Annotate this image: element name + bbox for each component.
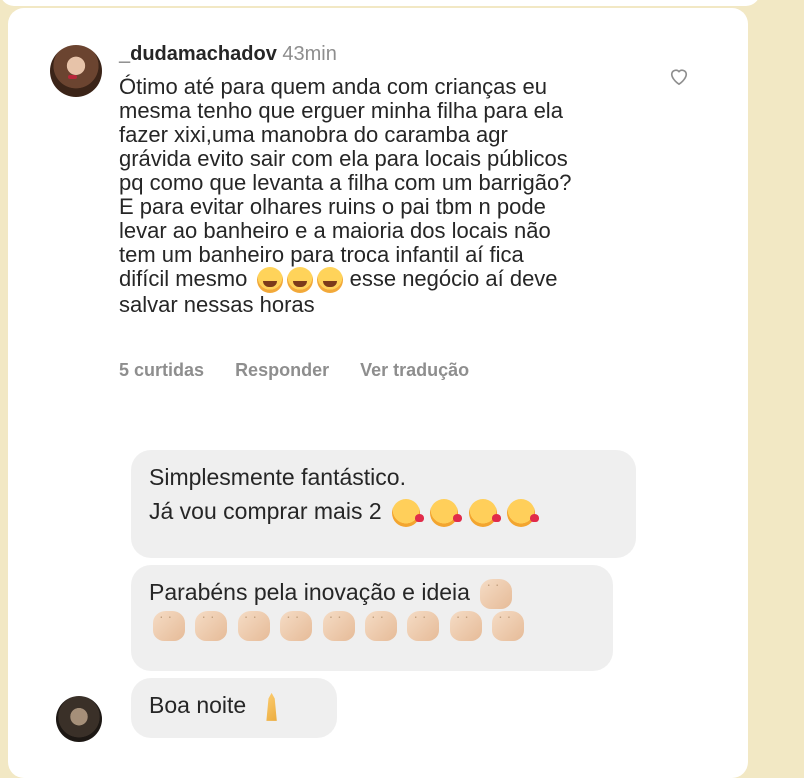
comment-line: Ótimo até para quem anda com crianças eu	[119, 74, 548, 99]
message-bubble: Parabéns pela inovação e ideia	[131, 565, 613, 671]
face-blowing-kiss-icon	[392, 498, 425, 527]
comment-line: pq como que levanta a filha com um barri…	[119, 170, 572, 195]
message-text: Já vou comprar mais 2	[149, 498, 382, 524]
clapping-hands-icon	[195, 599, 228, 641]
comment-time: 43min	[282, 43, 337, 65]
comment-line: tem um banheiro para troca infantil aí f…	[119, 242, 524, 267]
clapping-hands-icon	[153, 599, 185, 641]
comment-line: esse negócio aí deve	[349, 266, 558, 291]
reply-avatar[interactable]	[56, 696, 102, 742]
comment-line: grávida evito sair com ela para locais p…	[119, 146, 568, 171]
tears-of-joy-icon	[257, 267, 284, 294]
message-text: Boa noite	[149, 692, 247, 718]
clap-row	[149, 599, 595, 641]
comment-line: difícil mesmo	[119, 266, 248, 291]
clapping-hands-icon	[237, 599, 270, 641]
comment-header: _dudamachadov 43min	[119, 43, 337, 66]
message-line: Já vou comprar mais 2	[149, 494, 618, 528]
folded-hands-icon	[266, 692, 277, 721]
comment-line: E para evitar olhares ruins o pai tbm n …	[119, 194, 546, 219]
comment-text: Ótimo até para quem anda com crianças eu…	[119, 75, 639, 317]
tears-of-joy-icon	[317, 267, 344, 294]
previous-card-edge	[0, 0, 760, 6]
clapping-hands-icon	[364, 599, 397, 641]
message-bubble: Simplesmente fantástico. Já vou comprar …	[131, 450, 636, 558]
username[interactable]: _dudamachadov	[119, 43, 277, 65]
comment-line: fazer xixi,uma manobra do caramba agr	[119, 122, 508, 147]
tears-of-joy-icon	[287, 267, 314, 294]
clapping-hands-icon	[492, 599, 525, 641]
comment-line: levar ao banheiro e a maioria dos locais…	[119, 218, 551, 243]
comment-line: salvar nessas horas	[119, 292, 315, 318]
message-text: Simplesmente fantástico.	[149, 464, 406, 490]
comment-actions: 5 curtidas Responder Ver tradução	[119, 360, 495, 381]
clapping-hands-icon	[280, 599, 313, 641]
translate-button[interactable]: Ver tradução	[360, 360, 469, 380]
heart-icon[interactable]	[668, 66, 690, 86]
likes-count[interactable]: 5 curtidas	[119, 360, 204, 380]
clapping-hands-icon	[449, 599, 482, 641]
face-blowing-kiss-icon	[507, 498, 540, 527]
avatar[interactable]	[50, 45, 102, 97]
face-blowing-kiss-icon	[430, 498, 463, 527]
clapping-hands-icon	[407, 599, 440, 641]
reply-button[interactable]: Responder	[235, 360, 329, 380]
face-blowing-kiss-icon	[468, 498, 501, 527]
comment-line: mesma tenho que erguer minha filha para …	[119, 98, 563, 123]
clapping-hands-icon	[322, 599, 355, 641]
message-bubble: Boa noite	[131, 678, 337, 738]
